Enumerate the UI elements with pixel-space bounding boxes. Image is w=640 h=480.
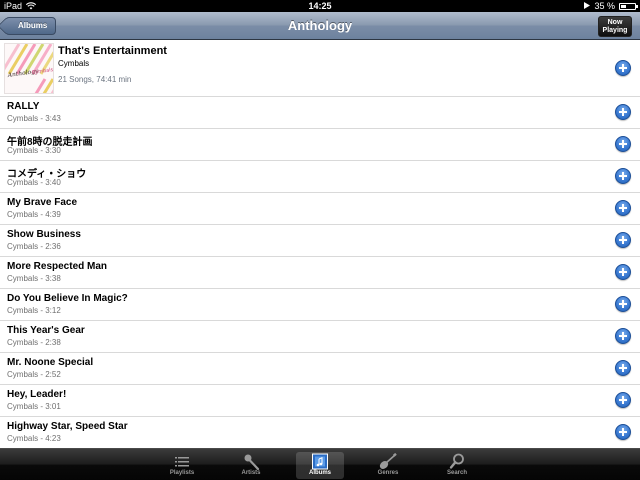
add-track-button[interactable] xyxy=(615,264,631,280)
add-track-button[interactable] xyxy=(615,328,631,344)
track-title: More Respected Man xyxy=(7,261,108,272)
battery-icon xyxy=(619,2,638,10)
add-album-button[interactable] xyxy=(615,60,631,76)
album-artist: Cymbals xyxy=(58,59,90,68)
track-subtitle: Cymbals - 3:01 xyxy=(7,402,61,411)
tab-label-search: Search xyxy=(446,470,467,476)
track-subtitle: Cymbals - 3:12 xyxy=(7,306,61,315)
track-row[interactable]: Hey, Leader! Cymbals - 3:01 xyxy=(0,385,640,417)
add-track-button[interactable] xyxy=(615,360,631,376)
track-title: RALLY xyxy=(7,101,40,112)
track-row[interactable]: Mr. Noone Special Cymbals - 2:52 xyxy=(0,353,640,385)
album-meta: 21 Songs, 74:41 min xyxy=(58,75,132,84)
track-row[interactable]: More Respected Man Cymbals - 3:38 xyxy=(0,257,640,289)
status-bar: iPad 14:25 35 % xyxy=(0,0,640,12)
tab-label-playlists: Playlists xyxy=(169,470,195,476)
track-subtitle: Cymbals - 2:38 xyxy=(7,338,61,347)
album-icon xyxy=(310,453,330,470)
tab-albums[interactable]: Albums xyxy=(296,452,344,479)
now-playing-button[interactable]: Now Playing xyxy=(598,16,632,37)
track-title: Highway Star, Speed Star xyxy=(7,421,128,432)
add-track-button[interactable] xyxy=(615,136,631,152)
guitar-icon xyxy=(378,452,398,470)
now-playing-label-line1: Now xyxy=(607,19,623,26)
track-subtitle: Cymbals - 3:43 xyxy=(7,114,61,123)
add-track-button[interactable] xyxy=(615,424,631,440)
track-subtitle: Cymbals - 2:36 xyxy=(7,242,61,251)
tab-artists[interactable]: Artists xyxy=(227,452,275,479)
tab-search[interactable]: Search xyxy=(433,452,481,479)
track-title: Do You Believe In Magic? xyxy=(7,293,128,304)
track-subtitle: Cymbals - 2:52 xyxy=(7,370,61,379)
track-row[interactable]: コメディ・ショウ Cymbals - 3:40 xyxy=(0,161,640,193)
album-header: Anthology Cymbals That's Entertainment C… xyxy=(0,41,640,97)
playlists-icon xyxy=(172,453,192,470)
track-row[interactable]: Highway Star, Speed Star Cymbals - 4:23 xyxy=(0,417,640,449)
clock: 14:25 xyxy=(308,1,332,11)
track-subtitle: Cymbals - 3:40 xyxy=(7,178,61,187)
microphone-icon xyxy=(241,453,261,471)
track-title: Show Business xyxy=(7,229,81,240)
add-track-button[interactable] xyxy=(615,392,631,408)
tab-label-genres: Genres xyxy=(377,470,399,476)
track-row[interactable]: Do You Believe In Magic? Cymbals - 3:12 xyxy=(0,289,640,321)
tab-bar: Playlists Artists Albums Genres Search xyxy=(0,448,640,480)
tab-label-albums: Albums xyxy=(308,470,331,476)
track-title: Mr. Noone Special xyxy=(7,357,94,368)
play-indicator-icon xyxy=(584,0,591,12)
track-title: My Brave Face xyxy=(7,197,78,208)
track-subtitle: Cymbals - 4:23 xyxy=(7,434,61,443)
navigation-bar: Albums Anthology Now Playing xyxy=(0,12,640,40)
add-track-button[interactable] xyxy=(615,232,631,248)
add-track-button[interactable] xyxy=(615,200,631,216)
battery-percent: 35 % xyxy=(594,1,615,11)
search-icon xyxy=(447,453,467,470)
album-art: Anthology Cymbals xyxy=(4,43,54,94)
track-subtitle: Cymbals - 3:38 xyxy=(7,274,61,283)
add-track-button[interactable] xyxy=(615,104,631,120)
track-row[interactable]: My Brave Face Cymbals - 4:39 xyxy=(0,193,640,225)
music-app: iPad 14:25 35 % Albums Anthology Now Pla… xyxy=(0,0,640,480)
tab-playlists[interactable]: Playlists xyxy=(158,452,206,479)
track-row[interactable]: This Year's Gear Cymbals - 2:38 xyxy=(0,321,640,353)
now-playing-label-line2: Playing xyxy=(602,27,628,34)
track-row[interactable]: RALLY Cymbals - 3:43 xyxy=(0,97,640,129)
page-title: Anthology xyxy=(287,18,353,33)
track-title: This Year's Gear xyxy=(7,325,85,336)
add-track-button[interactable] xyxy=(615,168,631,184)
album-title: That's Entertainment xyxy=(58,45,167,57)
track-subtitle: Cymbals - 3:30 xyxy=(7,146,61,155)
track-subtitle: Cymbals - 4:39 xyxy=(7,210,61,219)
tab-label-artists: Artists xyxy=(241,470,261,476)
add-track-button[interactable] xyxy=(615,296,631,312)
track-row[interactable]: Show Business Cymbals - 2:36 xyxy=(0,225,640,257)
track-title: Hey, Leader! xyxy=(7,389,67,400)
tab-genres[interactable]: Genres xyxy=(364,452,412,479)
track-row[interactable]: 午前8時の脱走計画 Cymbals - 3:30 xyxy=(0,129,640,161)
